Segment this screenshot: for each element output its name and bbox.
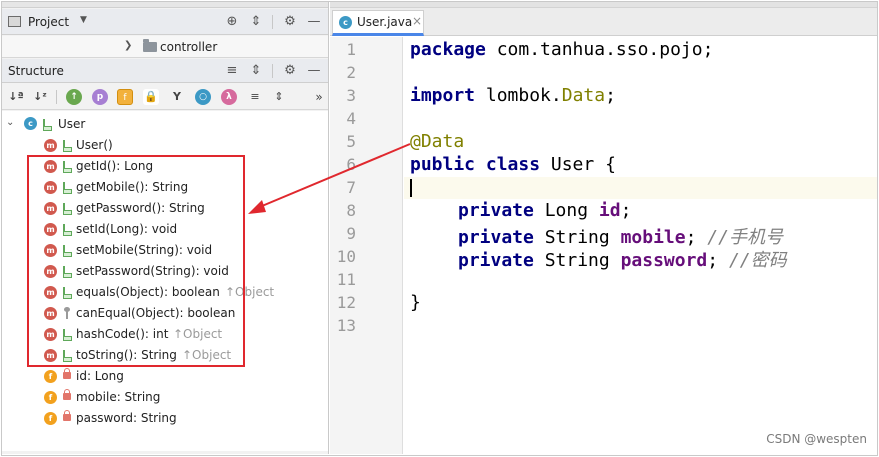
minimize-icon[interactable]: — bbox=[306, 14, 322, 30]
class-name: User bbox=[58, 117, 86, 131]
expand-all-icon[interactable]: ≡ bbox=[224, 63, 240, 79]
private-visibility-icon bbox=[63, 368, 71, 379]
line-number: 2 bbox=[346, 63, 356, 82]
member-label: password: String bbox=[76, 411, 177, 425]
line-number: 9 bbox=[346, 224, 356, 243]
folder-icon bbox=[143, 39, 157, 52]
show-fields-icon[interactable]: f bbox=[117, 89, 133, 105]
sort-by-visibility-icon[interactable]: ↓ª bbox=[8, 89, 24, 105]
tab-user-java[interactable]: c User.java × bbox=[332, 10, 424, 36]
public-visibility-icon bbox=[42, 118, 52, 131]
line-number: 1 bbox=[346, 40, 356, 59]
tree-field-row[interactable]: f mobile: String bbox=[2, 387, 328, 408]
project-header: Project ▼ ⊕ ⇕ ⚙ — bbox=[2, 9, 328, 35]
field-icon: f bbox=[44, 391, 57, 404]
code-line[interactable]: } bbox=[410, 292, 421, 313]
code-line[interactable]: @Data bbox=[410, 131, 464, 152]
structure-toolbar: ↓ª ↓ᶻ ↑ p f 🔒 Y ○ λ ≡ ⇕ » bbox=[2, 84, 328, 110]
member-label: User() bbox=[76, 138, 113, 152]
show-inherited-icon[interactable]: ↑ bbox=[66, 89, 82, 105]
line-number: 12 bbox=[336, 293, 356, 312]
line-number: 8 bbox=[346, 201, 356, 220]
highlight-box bbox=[27, 155, 245, 367]
line-number-gutter: 1 2 3 4 5 6 7 8 9 10 11 12 13 bbox=[330, 37, 403, 454]
line-number: 6 bbox=[346, 155, 356, 174]
collapse-all-icon[interactable]: ⇕ bbox=[271, 89, 287, 105]
chevron-down-icon[interactable]: ⌄ bbox=[6, 117, 14, 128]
line-number: 13 bbox=[336, 316, 356, 335]
code-line[interactable]: private String password; //密码 bbox=[458, 246, 787, 272]
show-lambdas-icon[interactable]: Y bbox=[169, 89, 185, 105]
separator bbox=[272, 15, 273, 29]
sort-alphabetically-icon[interactable]: ↓ᶻ bbox=[32, 89, 48, 105]
tree-field-row[interactable]: f id: Long bbox=[2, 366, 328, 387]
tab-label: User.java bbox=[357, 15, 413, 29]
watermark: CSDN @wespten bbox=[766, 432, 867, 446]
text-caret bbox=[410, 179, 412, 197]
project-dropdown-icon[interactable]: ▼ bbox=[80, 15, 87, 25]
member-label: id: Long bbox=[76, 369, 124, 383]
class-icon: c bbox=[24, 117, 37, 130]
folder-label: controller bbox=[160, 40, 218, 54]
show-properties-icon[interactable]: p bbox=[92, 89, 108, 105]
chevron-right-icon[interactable]: ❯ bbox=[124, 40, 132, 51]
close-icon[interactable]: × bbox=[412, 14, 422, 28]
line-number: 3 bbox=[346, 86, 356, 105]
editor-tab-bar: c User.java × bbox=[330, 2, 877, 36]
tree-class-row[interactable]: ⌄ c User bbox=[2, 114, 328, 135]
line-number: 11 bbox=[336, 270, 356, 289]
expand-all-icon[interactable]: ≡ bbox=[247, 89, 263, 105]
tab-top-strip bbox=[330, 2, 877, 8]
tree-method-row[interactable]: m User() bbox=[2, 135, 328, 156]
separator bbox=[56, 90, 57, 104]
minimize-icon[interactable]: — bbox=[306, 63, 322, 79]
private-visibility-icon bbox=[63, 389, 71, 400]
line-number: 7 bbox=[346, 178, 356, 197]
show-non-public-icon[interactable]: 🔒 bbox=[143, 89, 159, 105]
gear-icon[interactable]: ⚙ bbox=[282, 14, 298, 30]
panel-top-strip bbox=[2, 2, 328, 8]
code-line[interactable]: private Long id; bbox=[458, 200, 631, 221]
code-line[interactable]: public class User { bbox=[410, 154, 616, 175]
locate-icon[interactable]: ⊕ bbox=[224, 14, 240, 30]
member-label: mobile: String bbox=[76, 390, 161, 404]
code-line[interactable]: package com.tanhua.sso.pojo; bbox=[410, 39, 713, 60]
project-title[interactable]: Project bbox=[28, 15, 69, 29]
current-line-highlight bbox=[404, 177, 877, 199]
controller-folder-row[interactable]: ❯ controller bbox=[2, 36, 328, 58]
separator bbox=[272, 64, 273, 78]
collapse-icon[interactable]: ⇕ bbox=[248, 14, 264, 30]
line-number: 4 bbox=[346, 109, 356, 128]
tree-field-row[interactable]: f password: String bbox=[2, 408, 328, 429]
collapse-all-icon[interactable]: ⇕ bbox=[248, 63, 264, 79]
show-anonymous-icon[interactable]: ○ bbox=[195, 89, 211, 105]
line-number: 5 bbox=[346, 132, 356, 151]
code-line[interactable]: import lombok.Data; bbox=[410, 85, 616, 106]
project-icon bbox=[8, 16, 21, 27]
show-lambdas-2-icon[interactable]: λ bbox=[221, 89, 237, 105]
private-visibility-icon bbox=[63, 410, 71, 421]
code-editor: c User.java × 1 2 3 4 5 6 7 8 9 10 11 12 13 package … bbox=[330, 2, 877, 454]
line-number: 10 bbox=[336, 247, 356, 266]
gear-icon[interactable]: ⚙ bbox=[282, 63, 298, 79]
structure-header: Structure ≡ ⇕ ⚙ — bbox=[2, 59, 328, 83]
class-icon: c bbox=[339, 16, 352, 29]
field-icon: f bbox=[44, 370, 57, 383]
public-visibility-icon bbox=[62, 139, 72, 152]
more-icon[interactable]: » bbox=[311, 89, 327, 105]
structure-title: Structure bbox=[8, 64, 64, 78]
method-icon: m bbox=[44, 139, 57, 152]
field-icon: f bbox=[44, 412, 57, 425]
